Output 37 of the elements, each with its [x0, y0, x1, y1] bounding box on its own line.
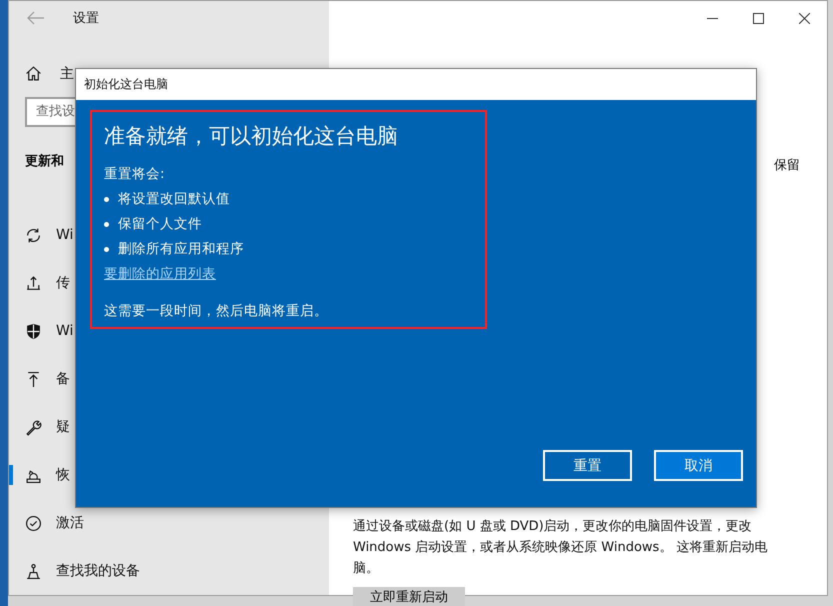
check-circle-icon: [25, 514, 42, 532]
window-title: 设置: [73, 10, 99, 28]
sidebar-item[interactable]: 查找我的设备: [56, 562, 140, 580]
section-heading: 更新和: [25, 152, 64, 170]
up-arrow-icon: [25, 370, 42, 388]
sidebar-item[interactable]: 传: [56, 274, 70, 292]
bullet-icon: [104, 197, 109, 202]
wrench-icon: [25, 418, 42, 436]
close-icon[interactable]: [798, 12, 810, 24]
home-link[interactable]: 主: [60, 64, 74, 83]
bullet-text: 将设置改回默认值: [118, 190, 230, 209]
person-pin-icon: [25, 562, 42, 580]
sidebar-item[interactable]: 恢: [56, 466, 70, 484]
maximize-icon[interactable]: [752, 12, 764, 24]
app-list-link[interactable]: 要删除的应用列表: [104, 262, 216, 287]
bullet-icon: [104, 222, 109, 227]
dialog-title: 初始化这台电脑: [76, 69, 756, 100]
intro-text: 重置将会:: [104, 165, 166, 184]
bullet-text: 保留个人文件: [118, 215, 202, 234]
restart-button[interactable]: 立即重新启动: [353, 587, 465, 606]
upload-tray-icon: [25, 274, 42, 292]
option-text: 保留: [774, 157, 800, 174]
bullet-icon: [104, 247, 109, 252]
sidebar-item[interactable]: 备: [56, 370, 70, 388]
sidebar-item[interactable]: Wi: [56, 323, 74, 339]
bullet-text: 删除所有应用和程序: [118, 240, 244, 259]
sidebar-item[interactable]: 疑: [56, 418, 70, 436]
shield-icon: [25, 322, 42, 340]
cancel-button[interactable]: 取消: [654, 450, 743, 481]
reset-button[interactable]: 重置: [543, 450, 632, 481]
refresh-icon: [25, 226, 42, 244]
sidebar-item[interactable]: 激活: [56, 514, 84, 532]
sidebar-item[interactable]: Wi: [56, 227, 74, 243]
home-icon: [25, 65, 42, 82]
dialog-heading: 准备就绪，可以初始化这台电脑: [104, 123, 399, 150]
description-text: 通过设备或磁盘(如 U 盘或 DVD)启动，更改你的电脑固件设置，更改 Windows 启动设置，或者从系统映像还原 Windows。 这将重新启动电脑。: [353, 518, 768, 578]
note-text: 这需要一段时间，然后电脑将重启。: [104, 302, 329, 321]
